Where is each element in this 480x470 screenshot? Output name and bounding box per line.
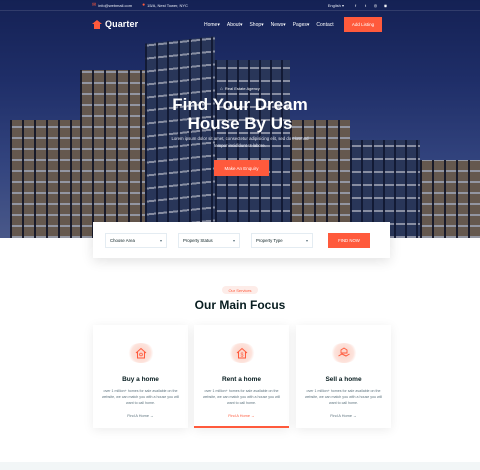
logo[interactable]: Quarter <box>92 19 138 29</box>
main-nav: Quarter Home▾ About▾ Shop▾ News▾ Pages▾ … <box>0 14 480 36</box>
menu-item-shop[interactable]: Shop▾ <box>249 22 263 28</box>
hero-eyebrow-text: Real Estate Agency <box>224 86 260 91</box>
logo-text: Quarter <box>105 19 139 29</box>
menu-item-pages[interactable]: Pages▾ <box>293 22 310 28</box>
service-card-rent[interactable]: $ Rent a home over 1 million+ homes for … <box>194 325 289 428</box>
find-home-link[interactable]: Find A Home → <box>296 414 391 418</box>
property-type-select[interactable]: Property Type ▾ <box>251 232 313 248</box>
rent-home-icon: $ <box>228 343 256 363</box>
language-selector[interactable]: English ▾ <box>328 3 344 8</box>
card-desc: over 1 million+ homes for sale available… <box>304 389 383 405</box>
find-home-link[interactable]: Find A Home → <box>194 414 289 418</box>
menu-label: Shop <box>249 22 262 28</box>
instagram-icon[interactable]: ◎ <box>373 3 378 8</box>
menu-label: About <box>226 22 240 28</box>
menu-label: News <box>270 22 284 28</box>
card-desc: over 1 million+ homes for sale available… <box>101 389 180 405</box>
facebook-icon[interactable]: f <box>353 3 358 8</box>
language-label: English <box>327 2 341 8</box>
topbar-address: ● 15/A, Nest Tower, NYC <box>142 2 188 8</box>
make-enquiry-button[interactable]: Make An Enquiry <box>214 160 269 176</box>
choose-area-select[interactable]: Choose Area ▾ <box>105 232 167 248</box>
section-title: Our Main Focus <box>194 298 286 312</box>
menu-item-news[interactable]: News▾ <box>271 22 286 28</box>
service-card-sell[interactable]: Sell a home over 1 million+ homes for sa… <box>296 325 391 428</box>
service-card-buy[interactable]: Buy a home over 1 million+ homes for sal… <box>93 325 188 428</box>
buy-home-icon <box>127 343 155 363</box>
property-search-bar: Choose Area ▾ Property Status ▾ Property… <box>93 222 390 258</box>
topbar: ✉ info@webmail.com ● 15/A, Nest Tower, N… <box>0 0 480 11</box>
topbar-address-text: 15/A, Nest Tower, NYC <box>147 2 188 8</box>
logo-house-icon <box>92 19 102 29</box>
location-icon: ● <box>142 2 146 8</box>
dribbble-icon[interactable]: ◉ <box>383 3 388 8</box>
property-status-value: Property Status <box>183 237 213 243</box>
hero-headline-line1: Find Your Dream <box>172 95 308 114</box>
hero-headline: Find Your Dream House By Us <box>0 95 480 133</box>
card-title: Sell a home <box>325 376 362 383</box>
chevron-down-icon: ▾ <box>159 237 162 243</box>
next-section-strip <box>0 462 480 470</box>
add-listing-button[interactable]: Add Listing <box>344 17 382 32</box>
hero-subtext: Lorem ipsum dolor sit amet, consectetur … <box>171 136 309 148</box>
hero-eyebrow: ⌂ Real Estate Agency <box>0 86 480 91</box>
home-icon: ⌂ <box>220 86 223 91</box>
hero-headline-line2: House By Us <box>187 114 293 133</box>
card-title: Buy a home <box>122 376 159 383</box>
chevron-down-icon: ▾ <box>232 237 235 243</box>
menu-item-about[interactable]: About▾ <box>227 22 243 28</box>
mail-icon: ✉ <box>92 2 97 8</box>
sell-home-icon <box>330 343 358 363</box>
property-status-select[interactable]: Property Status ▾ <box>178 232 240 248</box>
topbar-email[interactable]: ✉ info@webmail.com <box>92 2 132 8</box>
find-home-link[interactable]: Find A Home → <box>93 414 188 418</box>
property-type-value: Property Type <box>256 237 283 243</box>
menu-item-contact[interactable]: Contact <box>316 22 333 28</box>
menu: Home▾ About▾ Shop▾ News▾ Pages▾ Contact <box>204 22 334 28</box>
find-now-button[interactable]: FIND NOW <box>328 232 370 248</box>
hero-section: ✉ info@webmail.com ● 15/A, Nest Tower, N… <box>0 0 480 238</box>
svg-text:$: $ <box>241 353 244 359</box>
card-desc: over 1 million+ homes for sale available… <box>202 389 281 405</box>
chevron-down-icon: ▾ <box>305 237 308 243</box>
choose-area-value: Choose Area <box>110 237 135 243</box>
menu-label: Pages <box>292 22 307 28</box>
twitter-icon[interactable]: t <box>363 3 368 8</box>
topbar-email-text: info@webmail.com <box>98 2 133 8</box>
menu-label: Home <box>204 22 218 28</box>
menu-item-home[interactable]: Home▾ <box>204 22 220 28</box>
section-tag: Our Services <box>222 286 258 294</box>
card-title: Rent a home <box>221 376 261 383</box>
